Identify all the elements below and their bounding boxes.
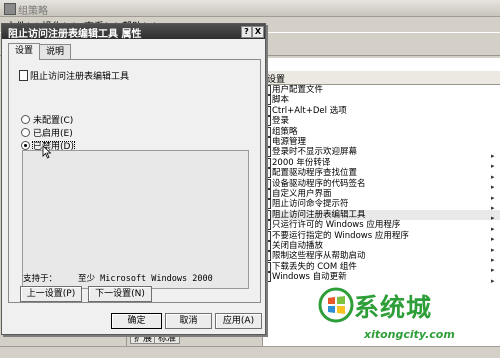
watermark-text: 系统城: [354, 293, 433, 322]
policy-row-label: 只运行许可的 Windows 应用程序: [272, 220, 401, 231]
cancel-button[interactable]: 取消: [165, 313, 212, 329]
state-indicator-icon: ▸: [491, 193, 495, 202]
tab-explain[interactable]: 说明: [39, 44, 72, 59]
tab-settings[interactable]: 设置: [8, 43, 41, 60]
policy-icon: [19, 70, 28, 81]
policy-row[interactable]: 登录: [263, 116, 500, 127]
main-titlebar: 组策略: [0, 0, 500, 17]
policy-row-label: 限制这些程序从帮助启动: [272, 251, 366, 262]
policy-row[interactable]: 用户配置文件: [263, 85, 500, 95]
policy-row-label: 下载丢失的 COM 组件: [272, 261, 357, 272]
policy-row-label: Ctrl+Alt+Del 选项: [272, 105, 347, 116]
previous-setting-button[interactable]: 上一设置(P): [20, 286, 82, 302]
settings-tab-panel: 阻止访问注册表编辑工具 未配置(C) 已启用(E) 已禁用(D) 支持于： 至少…: [8, 59, 261, 303]
state-indicator-icon: ▸: [491, 214, 495, 223]
close-icon[interactable]: X: [252, 26, 264, 38]
group-policy-icon: [4, 3, 16, 15]
policy-row-label: 组策略: [272, 126, 298, 137]
radio-label: 已启用(E): [33, 129, 73, 139]
policy-row-label: 自定义用户界面: [272, 189, 332, 199]
policy-row[interactable]: 电源管理: [263, 137, 500, 147]
apply-button[interactable]: 应用(A): [215, 313, 262, 329]
policy-row[interactable]: 不要运行指定的 Windows 应用程序: [263, 230, 500, 241]
radio-label: 未配置(C): [33, 116, 74, 126]
policy-row[interactable]: Ctrl+Alt+Del 选项: [263, 105, 500, 116]
policy-name: 阻止访问注册表编辑工具: [30, 72, 130, 82]
policy-row-label: 用户配置文件: [272, 85, 324, 95]
policy-row-label: 阻止访问注册表编辑工具: [272, 209, 366, 220]
policy-row[interactable]: 脚本: [263, 95, 500, 106]
policy-row-label: 脚本: [272, 95, 290, 106]
state-indicator-icon: ▸: [491, 256, 495, 264]
dialog-tabs: 设置 说明: [8, 43, 258, 60]
policy-properties-dialog: 阻止访问注册表编辑工具 属性 ? X 设置 说明 阻止访问注册表编辑工具 未配置…: [1, 23, 266, 335]
state-indicator-icon: ▸: [491, 162, 495, 171]
policy-row-label: 登录时不显示欢迎屏幕: [272, 147, 358, 158]
policy-row[interactable]: 组策略: [263, 126, 500, 137]
policy-row-label: 电源管理: [272, 137, 307, 147]
watermark: 系统城 xitongcity.com: [300, 282, 500, 357]
policy-row-label: 不要运行指定的 Windows 应用程序: [272, 230, 409, 241]
radio-enabled[interactable]: 已启用(E): [21, 128, 73, 140]
column-header-label: 设置: [267, 75, 286, 85]
state-indicator-icon: ▸: [491, 245, 495, 254]
main-window-title: 组策略: [18, 6, 48, 17]
state-indicator-icon: ▸: [491, 204, 495, 212]
policy-row[interactable]: 只运行许可的 Windows 应用程序: [263, 220, 500, 231]
state-indicator-icon: ▸: [491, 224, 495, 233]
state-indicator-icon: ▸: [491, 266, 495, 275]
policy-row-label: Windows 自动更新: [272, 272, 347, 283]
radio-button-icon: [21, 128, 30, 137]
policy-row[interactable]: 2000 年份转译: [263, 157, 500, 168]
policy-row-label: 阻止访问命令提示符: [272, 199, 349, 210]
policy-row[interactable]: 下载丢失的 COM 组件: [263, 261, 500, 272]
watermark-url: xitongcity.com: [364, 328, 455, 341]
dialog-titlebar[interactable]: 阻止访问注册表编辑工具 属性 ? X: [2, 24, 265, 40]
state-indicator-icon: ▸: [491, 152, 495, 160]
help-icon[interactable]: ?: [241, 26, 252, 38]
supported-on-value: 至少 Microsoft Windows 2000: [78, 274, 213, 284]
policy-row-label: 配置驱动程序查找位置: [272, 168, 358, 179]
policy-row[interactable]: 限制这些程序从帮助启动: [263, 251, 500, 262]
policy-row-label: 2000 年份转译: [272, 157, 331, 168]
next-setting-button[interactable]: 下一设置(N): [88, 286, 152, 302]
radio-button-selected-icon: [21, 141, 30, 150]
policy-row[interactable]: 登录时不显示欢迎屏幕: [263, 147, 500, 158]
policy-row[interactable]: 关闭自动播放: [263, 241, 500, 251]
policy-row[interactable]: 自定义用户界面: [263, 189, 500, 199]
state-indicator-icon: ▸: [491, 235, 495, 244]
radio-button-icon: [21, 115, 30, 124]
column-header-setting[interactable]: 设置: [263, 71, 500, 85]
radio-not-configured[interactable]: 未配置(C): [21, 115, 73, 127]
policy-row[interactable]: 阻止访问命令提示符: [263, 199, 500, 210]
state-indicator-icon: ▸: [491, 183, 495, 192]
policy-row-label: 关闭自动播放: [272, 241, 324, 251]
state-indicator-icon: ▸: [491, 172, 495, 181]
policy-row[interactable]: 阻止访问注册表编辑工具: [263, 209, 500, 221]
policy-row-label: 设备驱动程序的代码签名: [272, 178, 366, 189]
dialog-title: 阻止访问注册表编辑工具 属性: [8, 29, 142, 40]
mouse-pointer-icon: [42, 145, 52, 159]
policy-row-label: 登录: [272, 116, 290, 127]
policy-row[interactable]: 设备驱动程序的代码签名: [263, 178, 500, 189]
policy-row[interactable]: 配置驱动程序查找位置: [263, 168, 500, 179]
settings-options-box: [22, 150, 249, 289]
ok-button[interactable]: 确定: [111, 313, 162, 329]
windows-logo-icon: [318, 287, 354, 323]
supported-on-label: 支持于：: [23, 274, 58, 284]
